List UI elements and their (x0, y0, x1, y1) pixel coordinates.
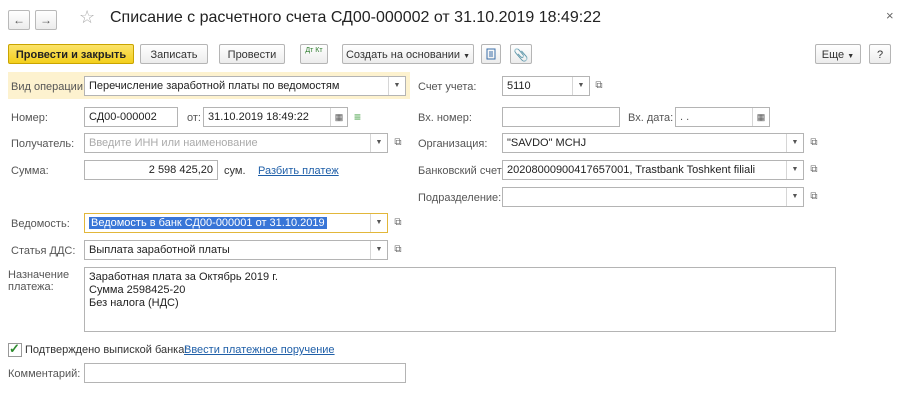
post-button[interactable]: Провести (219, 44, 285, 64)
in-date-field[interactable]: . . ▦ (675, 107, 770, 127)
open-icon[interactable]: ⧉ (806, 161, 822, 179)
dds-label: Статья ДДС: (11, 245, 76, 257)
chevron-down-icon[interactable]: ▼ (786, 161, 803, 179)
dds-value: Выплата заработной платы (89, 244, 230, 256)
chevron-down-icon[interactable]: ▼ (370, 134, 387, 152)
enter-payment-order-link[interactable]: Ввести платежное поручение (184, 344, 335, 356)
open-icon[interactable]: ⧉ (390, 241, 406, 259)
open-icon[interactable]: ⧉ (390, 214, 406, 232)
department-label: Подразделение: (418, 192, 502, 204)
department-select[interactable]: ▼ (502, 187, 804, 207)
bank-account-label: Банковский счет: (418, 165, 505, 177)
in-number-label: Вх. номер: (418, 112, 472, 124)
statement-select[interactable]: Ведомость в банк СД00-000001 от 31.10.20… (84, 213, 388, 233)
arrow-right-icon: → (40, 13, 52, 27)
operation-value: Перечисление заработной платы по ведомос… (89, 80, 340, 92)
number-label: Номер: (11, 112, 48, 124)
purpose-label-line2: платежа: (8, 281, 54, 293)
close-icon[interactable]: × (886, 8, 894, 23)
statement-value: Ведомость в банк СД00-000001 от 31.10.20… (89, 217, 327, 229)
chevron-down-icon[interactable]: ▼ (370, 214, 387, 232)
help-button[interactable]: ? (869, 44, 891, 64)
in-date-value: . . (680, 111, 690, 123)
create-based-label: Создать на основании (345, 49, 461, 61)
recipient-input[interactable]: Введите ИНН или наименование ▼ (84, 133, 388, 153)
account-label: Счет учета: (418, 81, 477, 93)
purpose-label-line1: Назначение (8, 269, 70, 281)
recipient-label: Получатель: (11, 138, 75, 150)
more-label: Еще (821, 49, 845, 61)
dt-kt-icon: Дт Кт (305, 47, 323, 54)
dds-select[interactable]: Выплата заработной платы ▼ (84, 240, 388, 260)
purpose-textarea[interactable]: Заработная плата за Октябрь 2019 г. Сумм… (84, 267, 836, 332)
chevron-down-icon[interactable]: ▼ (786, 188, 803, 206)
confirmed-label: Подтверждено выпиской банка: (25, 344, 188, 356)
recipient-placeholder: Введите ИНН или наименование (89, 137, 258, 149)
chevron-down-icon: ▼ (463, 53, 471, 60)
date-field[interactable]: 31.10.2019 18:49:22 ▦ (203, 107, 348, 127)
from-label: от: (187, 112, 201, 124)
calendar-icon[interactable]: ▦ (330, 108, 347, 126)
organization-select[interactable]: "SAVDO" MCHJ ▼ (502, 133, 804, 153)
checkmark-icon: ✓ (9, 341, 20, 356)
print-icon (486, 48, 496, 60)
more-button[interactable]: Еще ▼ (815, 44, 861, 64)
organization-label: Организация: (418, 138, 488, 150)
confirmed-checkbox[interactable]: ✓ (8, 341, 22, 357)
open-icon[interactable]: ⧉ (806, 134, 822, 152)
chevron-down-icon: ▼ (847, 53, 855, 60)
number-field[interactable]: СД00-000002 (84, 107, 178, 127)
sum-field[interactable]: 2 598 425,20 (84, 160, 218, 180)
operation-select[interactable]: Перечисление заработной платы по ведомос… (84, 76, 406, 96)
account-select[interactable]: 5110 ▼ (502, 76, 590, 96)
bank-account-value: 20208000900417657001, Trastbank Toshkent… (507, 164, 756, 176)
arrow-left-icon: ← (13, 13, 25, 27)
bank-account-select[interactable]: 20208000900417657001, Trastbank Toshkent… (502, 160, 804, 180)
chevron-down-icon[interactable]: ▼ (786, 134, 803, 152)
paperclip-icon: 📎 (513, 48, 529, 62)
sum-label: Сумма: (11, 165, 49, 177)
chevron-down-icon[interactable]: ▼ (572, 77, 589, 95)
currency-label: сум. (224, 165, 246, 177)
chevron-down-icon[interactable]: ▼ (388, 77, 405, 95)
document-green-icon[interactable]: ≡ (354, 110, 361, 124)
comment-field[interactable] (84, 363, 406, 383)
calendar-icon[interactable]: ▦ (752, 108, 769, 126)
split-payment-link[interactable]: Разбить платеж (258, 165, 339, 177)
save-button[interactable]: Записать (140, 44, 208, 64)
back-button[interactable]: ← (8, 10, 30, 30)
operation-label: Вид операции: (11, 81, 87, 93)
attachment-button[interactable]: 📎 (510, 44, 532, 64)
open-icon[interactable]: ⧉ (591, 77, 607, 95)
in-date-label: Вх. дата: (628, 112, 674, 124)
open-icon[interactable]: ⧉ (390, 134, 406, 152)
statement-label: Ведомость: (11, 218, 70, 230)
forward-button[interactable]: → (35, 10, 57, 30)
date-value: 31.10.2019 18:49:22 (208, 111, 309, 123)
chevron-down-icon[interactable]: ▼ (370, 241, 387, 259)
open-icon[interactable]: ⧉ (806, 188, 822, 206)
favorite-star-icon[interactable]: ☆ (79, 7, 95, 28)
create-based-on-button[interactable]: Создать на основании ▼ (342, 44, 474, 64)
in-number-field[interactable] (502, 107, 620, 127)
comment-label: Комментарий: (8, 368, 81, 380)
account-value: 5110 (507, 80, 531, 92)
print-button[interactable] (481, 44, 501, 64)
dt-kt-button[interactable]: Дт Кт (300, 44, 328, 64)
organization-value: "SAVDO" MCHJ (507, 137, 587, 149)
post-and-close-button[interactable]: Провести и закрыть (8, 44, 134, 64)
page-title: Списание с расчетного счета СД00-000002 … (110, 9, 601, 26)
